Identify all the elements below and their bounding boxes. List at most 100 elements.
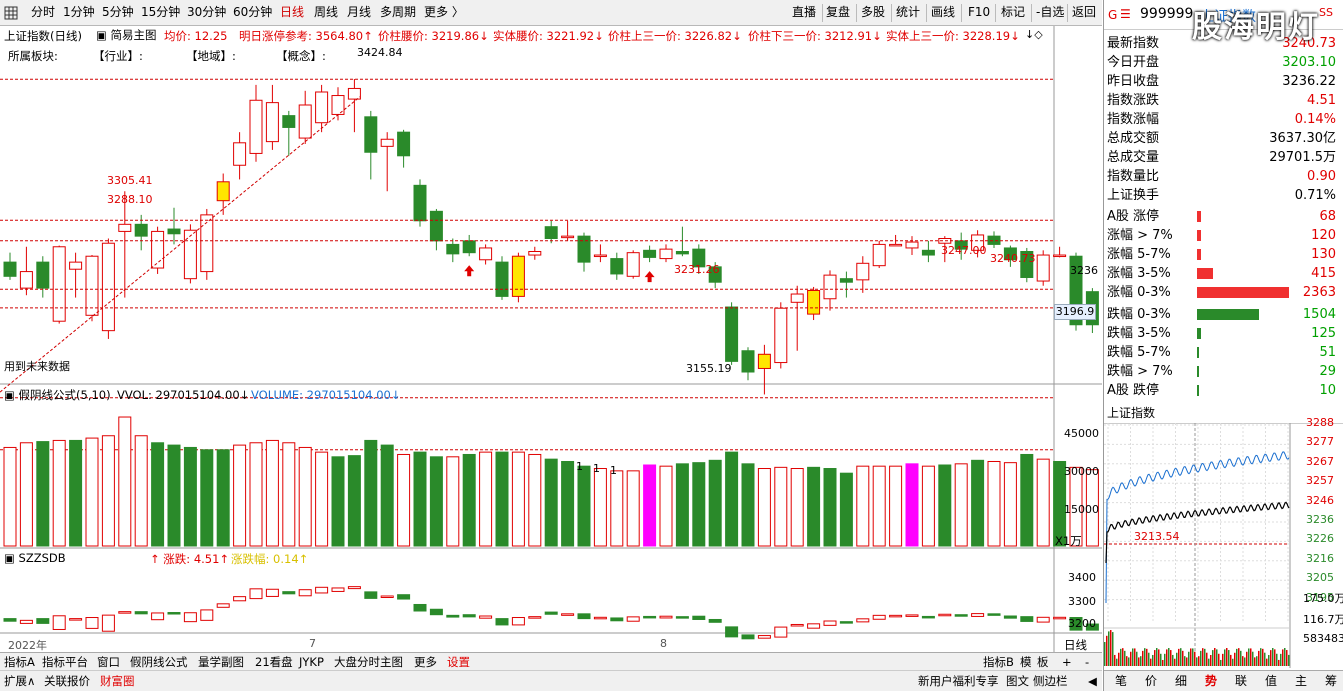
mini-vol-bar <box>1204 648 1206 666</box>
period-tab-15min[interactable]: 15分钟 <box>141 0 180 25</box>
zoom-out-button[interactable]: - <box>1085 653 1089 671</box>
period-tab-5min[interactable]: 5分钟 <box>102 0 134 25</box>
quote-label: 总成交额 <box>1107 131 1160 146</box>
sz-bar <box>85 617 99 629</box>
breadth-value: 120 <box>1311 228 1336 243</box>
quote-label: 总成交量 <box>1107 150 1160 165</box>
sidebar-tab[interactable]: 值 <box>1258 671 1284 691</box>
mini-vol-bar <box>1170 650 1172 666</box>
mini-vol-bar <box>1272 648 1274 666</box>
sidebar-toggle[interactable]: 侧边栏 <box>1033 671 1068 691</box>
volume-bar <box>495 451 509 547</box>
mini-price-tick: 3267 <box>1306 454 1334 468</box>
vol-tick-15000: 15000 <box>1064 503 1099 516</box>
period-tab-30min[interactable]: 30分钟 <box>187 0 226 25</box>
related-quotes[interactable]: 关联报价 <box>44 671 90 691</box>
footer-template[interactable]: 模 <box>1020 653 1032 671</box>
mini-vol-bar <box>1110 630 1112 666</box>
theme-dropdown[interactable]: ▣ 简易主图 <box>96 27 157 43</box>
graphic-text[interactable]: 图文 <box>1006 671 1029 691</box>
sz-bar <box>872 614 886 620</box>
mini-vol-bar <box>1284 648 1286 666</box>
candle-body <box>216 181 230 202</box>
menu-icon[interactable]: G <box>1108 8 1117 22</box>
quote-value: 3236.22 <box>1282 74 1336 89</box>
footer-21-view[interactable]: 21看盘 <box>255 653 293 671</box>
stats-button[interactable]: 统计 <box>896 0 920 25</box>
new-user-promo[interactable]: 新用户福利专享 <box>918 671 999 691</box>
sz-bar <box>790 623 804 627</box>
collapse-arrow-icon[interactable]: ◀ <box>1088 671 1097 691</box>
region-label[interactable]: 【地域】: <box>186 48 236 64</box>
breadth-row: A股 跌停 10 <box>1104 381 1343 400</box>
footer-settings[interactable]: 设置 <box>447 653 470 671</box>
footer-indicator-platform[interactable]: 指标平台 <box>42 653 88 671</box>
period-tab-daily[interactable]: 日线 <box>280 0 304 25</box>
bar-mid-price: 价柱腰价: 3219.86↓ <box>378 29 489 43</box>
mini-vol-bar <box>1106 635 1108 666</box>
footer-window[interactable]: 窗口 <box>97 653 120 671</box>
mini-vol-bar <box>1174 658 1176 666</box>
mini-vol-bar <box>1278 659 1280 666</box>
volume-bar <box>331 456 345 547</box>
sidebar-tab[interactable]: 筹 <box>1318 671 1343 691</box>
breadth-row: A股 涨停 68 <box>1104 207 1343 226</box>
breadth-row: 跌幅 > 7% 29 <box>1104 362 1343 381</box>
footer-jykp[interactable]: JYKP <box>299 653 324 671</box>
sidebar-tab[interactable]: 细 <box>1168 671 1194 691</box>
expand-button[interactable]: 扩展∧ <box>4 671 35 691</box>
footer-more[interactable]: 更多 <box>414 653 437 671</box>
period-tab-multi[interactable]: 多周期 <box>380 0 416 25</box>
period-tab-60min[interactable]: 60分钟 <box>233 0 272 25</box>
quote-value: 0.14% <box>1294 112 1336 127</box>
period-tab-monthly[interactable]: 月线 <box>347 0 371 25</box>
footer-market-chart[interactable]: 大盘分时主图 <box>334 653 403 671</box>
period-tab-more[interactable]: 更多 〉 <box>424 0 464 25</box>
footer-indicator-b[interactable]: 指标B <box>983 653 1014 671</box>
candle-body <box>528 250 542 256</box>
mini-vol-bar <box>1264 652 1266 666</box>
sidebar-tab[interactable]: 笔 <box>1108 671 1134 691</box>
watchlist-button[interactable]: -自选 <box>1036 0 1064 25</box>
multi-stock-button[interactable]: 多股 <box>861 0 885 25</box>
zoom-in-button[interactable]: + <box>1062 653 1072 671</box>
volume-bar <box>429 456 443 547</box>
f10-button[interactable]: F10 <box>968 0 990 25</box>
volume-bar <box>561 460 575 547</box>
sz-indicator-name[interactable]: ▣ SZZSDB <box>4 551 66 565</box>
replay-button[interactable]: 复盘 <box>826 0 850 25</box>
back-button[interactable]: 返回 <box>1072 0 1096 25</box>
period-tab-1min[interactable]: 1分钟 <box>63 0 95 25</box>
volume-bar <box>347 455 361 547</box>
candle-body <box>839 278 853 283</box>
vol-indicator-name[interactable]: ▣ 假阴线公式(5,10) <box>4 387 111 403</box>
sidebar-tab[interactable]: 联 <box>1228 671 1254 691</box>
candle-body <box>921 249 935 256</box>
sidebar-tab[interactable]: 价 <box>1138 671 1164 691</box>
footer-quant-chart[interactable]: 量学副图 <box>198 653 244 671</box>
wealth-circle[interactable]: 财富圈 <box>100 671 135 691</box>
title-row-icons[interactable]: ↓◇ <box>1025 28 1043 41</box>
sidebar-tab[interactable]: 势 <box>1198 671 1224 691</box>
candle-body <box>1053 254 1067 258</box>
mini-vol-bar <box>1182 650 1184 666</box>
mini-vol-bar <box>1138 657 1140 666</box>
list-icon[interactable]: ☰ <box>1120 7 1131 21</box>
industry-label[interactable]: 【行业】: <box>93 48 143 64</box>
grid-icon[interactable] <box>4 0 26 25</box>
period-tab-weekly[interactable]: 周线 <box>314 0 338 25</box>
sidebar-tab[interactable]: 主 <box>1288 671 1314 691</box>
sz-tick-3400: 3400 <box>1068 571 1096 584</box>
sidebar-tabs: 笔价细势联值主筹 <box>1104 670 1343 691</box>
concept-label[interactable]: 【概念】: <box>276 48 326 64</box>
footer-board[interactable]: 板 <box>1037 653 1049 671</box>
mini-vol-bar <box>1234 652 1236 666</box>
draw-line-button[interactable]: 画线 <box>931 0 955 25</box>
live-button[interactable]: 直播 <box>792 0 816 25</box>
mark-button[interactable]: 标记 <box>1001 0 1025 25</box>
period-tab-fenshi[interactable]: 分时 <box>31 0 55 25</box>
footer-fake-yin[interactable]: 假阴线公式 <box>130 653 188 671</box>
volume-bar <box>511 451 525 547</box>
quote-value: 4.51 <box>1307 93 1336 108</box>
footer-indicator-a[interactable]: 指标A <box>4 653 35 671</box>
